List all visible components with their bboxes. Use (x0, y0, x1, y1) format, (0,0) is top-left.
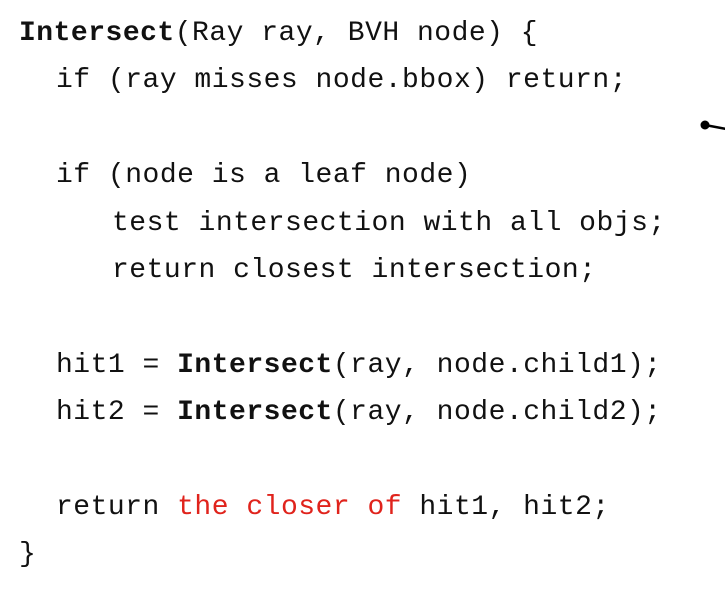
code-block: Intersect(Ray ray, BVH node) { if (ray m… (19, 10, 666, 579)
code-line-leaf-check: if (node is a leaf node) (56, 160, 472, 192)
code-line-return-closest: return closest intersection; (112, 254, 597, 286)
return-operands: hit1, hit2; (402, 491, 610, 523)
code-line-signature: Intersect(Ray ray, BVH node) { (19, 10, 666, 57)
function-name: Intersect (19, 18, 175, 49)
hit2-arguments: (ray, node.child2); (332, 397, 662, 429)
code-line-hit2: hit2 = Intersect(ray, node.child2); (19, 389, 666, 436)
hit1-arguments: (ray, node.child1); (332, 349, 662, 381)
hit1-assignment: hit1 = (56, 349, 178, 381)
highlighted-phrase: the closer of (177, 491, 403, 523)
annotation-pointer-icon (700, 120, 725, 131)
code-line-hit1: hit1 = Intersect(ray, node.child1); (19, 342, 666, 389)
function-signature: (Ray ray, BVH node) { (174, 18, 539, 49)
code-line-bbox-check: if (ray misses node.bbox) return; (56, 65, 627, 97)
hit2-assignment: hit2 = (56, 397, 178, 429)
code-line-test-objects: test intersection with all objs; (112, 207, 666, 239)
code-line-return-closer: return the closer of hit1, hit2; (19, 484, 666, 531)
hit2-function-call: Intersect (177, 397, 333, 429)
hit1-function-call: Intersect (177, 349, 333, 381)
return-keyword: return (56, 491, 178, 523)
code-line-closing-brace: } (19, 539, 37, 571)
